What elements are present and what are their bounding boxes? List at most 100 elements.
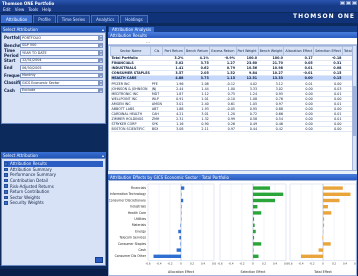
field-value[interactable]: 12/31/2004 bbox=[20, 58, 99, 64]
select-panel: Portfolio PORTFOLIO ▾Benchmark S&P 500 ▾… bbox=[1, 32, 106, 124]
column-header[interactable]: Sector Name bbox=[111, 47, 151, 56]
effects-charts: FinancialsInformation TechnologyConsumer… bbox=[108, 180, 357, 276]
chevron-down-icon[interactable]: ▾ bbox=[99, 80, 103, 86]
tick-label: -0.6 bbox=[287, 261, 292, 265]
field-value[interactable]: Exclude bbox=[20, 88, 99, 94]
report-icon bbox=[4, 201, 8, 205]
select-panel-title: Select Attribution bbox=[3, 27, 38, 32]
bar bbox=[323, 217, 324, 220]
column-header[interactable]: Port Weight bbox=[236, 47, 258, 56]
bar bbox=[322, 236, 323, 239]
results-table-container: Sector NameClsPort ReturnBench ReturnExc… bbox=[108, 45, 357, 171]
bar bbox=[253, 193, 283, 196]
category-label: Consumer Discretionary bbox=[109, 198, 146, 202]
column-header[interactable]: Excess Return bbox=[210, 47, 236, 56]
collapse-icon[interactable]: ▴ bbox=[102, 27, 104, 32]
report-icon bbox=[4, 190, 8, 194]
menu-edit[interactable]: Edit bbox=[3, 7, 11, 12]
window-controls bbox=[340, 1, 357, 5]
tab-profile[interactable]: Profile bbox=[33, 15, 55, 23]
column-header[interactable]: Bench Weight bbox=[258, 47, 284, 56]
attribution-item[interactable]: Security Weights bbox=[4, 200, 103, 206]
tab-attribution[interactable]: Attribution bbox=[1, 15, 32, 23]
field-value[interactable]: GICS Economic Sector bbox=[20, 80, 99, 86]
brand-logo: THOMSON ONE bbox=[293, 13, 355, 20]
value-cell: 2.11 bbox=[184, 127, 209, 132]
bar bbox=[181, 205, 182, 208]
attribution-item-label: Contribution Detail bbox=[10, 178, 48, 183]
field-value[interactable]: PORTFOLIO bbox=[20, 35, 99, 41]
sector-name-cell: CONSUMER STAPLES bbox=[111, 71, 151, 76]
attribution-item-label: Sector Weights bbox=[10, 195, 40, 200]
report-icon bbox=[4, 173, 8, 177]
tick-label: 0 bbox=[322, 261, 324, 265]
tick-label: -0.6 bbox=[145, 261, 150, 265]
window-title: Thomson ONE Portfolio bbox=[2, 1, 54, 6]
scrollbar-thumb[interactable] bbox=[353, 86, 356, 136]
tick-label: 0 bbox=[180, 261, 182, 265]
close-button[interactable] bbox=[352, 1, 357, 5]
chevron-down-icon[interactable]: ▾ bbox=[99, 50, 103, 56]
bar bbox=[179, 236, 181, 239]
table-scrollbar[interactable] bbox=[352, 46, 356, 171]
bar bbox=[253, 255, 259, 258]
sector-name-cell: JOHNSON & JOHNSON bbox=[111, 86, 151, 91]
tick-label: 0.4 bbox=[273, 261, 277, 265]
chevron-down-icon[interactable]: ▾ bbox=[99, 58, 103, 64]
column-header[interactable]: Allocation Effect bbox=[284, 47, 314, 56]
category-label: Consumer Staples bbox=[118, 242, 147, 246]
chevron-down-icon[interactable]: ▾ bbox=[99, 65, 103, 71]
field-row: Cash Exclude ▾ bbox=[4, 87, 103, 95]
run-button[interactable] bbox=[95, 257, 103, 263]
table-row[interactable]: BOSTON SCIENTIFIC BSX3.082.110.970.440.4… bbox=[111, 127, 358, 132]
bar bbox=[323, 186, 343, 189]
field-value[interactable]: 06/30/2005 bbox=[20, 65, 99, 71]
chevron-down-icon[interactable]: ▾ bbox=[99, 43, 103, 49]
tick-label: -0.4 bbox=[298, 261, 303, 265]
tab-analytics[interactable]: Analytics bbox=[91, 15, 119, 23]
attribution-item-label: Security Weights bbox=[10, 200, 44, 205]
column-header[interactable]: Cls bbox=[151, 47, 163, 56]
chevron-down-icon[interactable]: ▾ bbox=[99, 35, 103, 41]
field-value[interactable]: Monthly bbox=[20, 73, 99, 79]
report-icon bbox=[4, 168, 8, 172]
minimize-button[interactable] bbox=[340, 1, 345, 5]
field-label: Start bbox=[4, 58, 20, 63]
tick-label: -0.6 bbox=[217, 261, 222, 265]
field-value[interactable]: YEAR TO DATE bbox=[20, 50, 99, 56]
field-value[interactable]: S&P 500 bbox=[20, 43, 99, 49]
bar bbox=[180, 242, 181, 245]
column-header[interactable]: Selection Effect bbox=[314, 47, 343, 56]
attribution-item-label: Risk-Adjusted Returns bbox=[10, 184, 54, 189]
tab-attribution-analysis[interactable]: Attribution Analysis bbox=[109, 27, 154, 33]
category-label: Industrials bbox=[130, 205, 147, 209]
menu-help[interactable]: Help bbox=[42, 7, 51, 12]
tick-label: 0.2 bbox=[262, 261, 266, 265]
column-header[interactable]: Bench Return bbox=[184, 47, 209, 56]
collapse-icon[interactable]: ▴ bbox=[102, 153, 104, 158]
value-cell: 0.44 bbox=[236, 127, 258, 132]
column-header[interactable]: Port Return bbox=[163, 47, 185, 56]
field-label: Time Period bbox=[4, 48, 20, 58]
report-icon bbox=[4, 196, 8, 200]
tick-label: -0.4 bbox=[156, 261, 161, 265]
tick-label: 0.2 bbox=[190, 261, 194, 265]
maximize-button[interactable] bbox=[346, 1, 351, 5]
tick-label: 0.4 bbox=[343, 261, 347, 265]
menu-view[interactable]: View bbox=[15, 7, 25, 12]
chevron-down-icon[interactable]: ▾ bbox=[99, 88, 103, 94]
bar bbox=[154, 255, 182, 258]
field-row: Frequency Monthly ▾ bbox=[4, 72, 103, 80]
tab-holdings[interactable]: Holdings bbox=[120, 15, 147, 23]
report-icon bbox=[4, 162, 8, 166]
bar bbox=[253, 242, 261, 245]
menu-tools[interactable]: Tools bbox=[28, 7, 38, 12]
tick-label: -0.2 bbox=[309, 261, 314, 265]
main-content: Attribution Analysis Attribution Results… bbox=[108, 26, 357, 267]
tab-time-series[interactable]: Time Series bbox=[57, 15, 90, 23]
field-row: Classification GICS Economic Sector ▾ bbox=[4, 79, 103, 87]
bar bbox=[253, 236, 254, 239]
value-cell: 3.08 bbox=[163, 127, 185, 132]
chevron-down-icon[interactable]: ▾ bbox=[99, 73, 103, 79]
report-icon bbox=[4, 184, 8, 188]
